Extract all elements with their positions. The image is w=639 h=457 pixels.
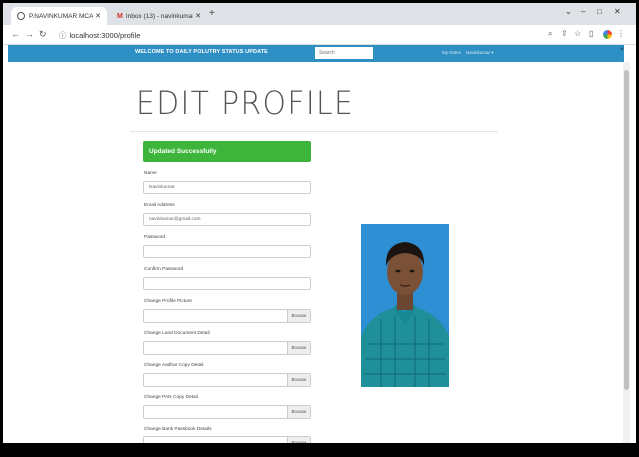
- url-field[interactable]: ⓘ localhost:3000/profile: [59, 30, 140, 41]
- minimize-icon[interactable]: –: [581, 7, 585, 16]
- profile-picture-input[interactable]: Browse: [143, 309, 311, 323]
- search-input[interactable]: [315, 47, 373, 59]
- nav-link-notes[interactable]: My Notes: [442, 50, 461, 55]
- bank-passbook-input[interactable]: Browse: [143, 436, 311, 443]
- new-tab-button[interactable]: +: [209, 8, 215, 19]
- address-bar: ← → ↻ ⓘ localhost:3000/profile ⌕ ⇪ ☆ ▯ ⋮: [3, 25, 636, 45]
- name-field[interactable]: Navinkumar: [143, 181, 311, 194]
- menu-kebab-icon[interactable]: ⋮: [617, 29, 625, 38]
- zoom-icon[interactable]: ⌕: [548, 29, 552, 39]
- tab-label: Inbox (13) - navinkumar1971991: [125, 12, 193, 20]
- maximize-icon[interactable]: □: [597, 7, 602, 16]
- tab-search-icon[interactable]: ⌄: [565, 7, 572, 16]
- confirm-password-label: Confirm Password: [144, 267, 184, 272]
- chrome-profile-icon[interactable]: [603, 30, 612, 39]
- site-info-icon[interactable]: ⓘ: [59, 31, 67, 40]
- email-field[interactable]: navinkumar@gmail.com: [143, 213, 311, 226]
- back-icon[interactable]: ←: [11, 29, 20, 39]
- globe-icon: [17, 12, 25, 20]
- pan-copy-input[interactable]: Browse: [143, 405, 311, 419]
- tab-profile[interactable]: P.NAVINKUMAR MCA ✕: [11, 7, 107, 25]
- confirm-password-field[interactable]: [143, 277, 311, 290]
- browse-button[interactable]: Browse: [287, 342, 310, 354]
- close-tab-icon[interactable]: ✕: [95, 12, 101, 20]
- share-icon[interactable]: ⇪: [561, 29, 568, 38]
- close-tab-icon[interactable]: ✕: [195, 12, 201, 20]
- aadhar-copy-input[interactable]: Browse: [143, 373, 311, 387]
- password-label: Password: [144, 235, 166, 240]
- user-dropdown[interactable]: Navinkumar ▾: [466, 50, 494, 56]
- browse-button[interactable]: Browse: [287, 310, 310, 322]
- pan-copy-label: Change PAN Copy Detail: [144, 395, 198, 400]
- page-scrollbar[interactable]: [623, 62, 630, 443]
- browse-button[interactable]: Browse: [287, 437, 310, 443]
- person-portrait-image: [361, 224, 449, 387]
- aadhar-copy-label: Change Aadhar Copy Detail: [144, 363, 204, 368]
- gmail-icon: M: [117, 12, 123, 20]
- navbar-brand[interactable]: WELCOME TO DAILY POLUTRY STATUS UPDATE: [135, 49, 268, 55]
- forward-icon[interactable]: →: [25, 29, 34, 39]
- name-label: Name: [144, 171, 157, 176]
- email-label: Email Address: [144, 203, 175, 208]
- reload-icon[interactable]: ↻: [39, 29, 47, 40]
- tab-inbox[interactable]: M Inbox (13) - navinkumar1971991 ✕: [111, 7, 207, 25]
- bookmark-star-icon[interactable]: ☆: [574, 29, 581, 38]
- screenshot-frame: P.NAVINKUMAR MCA ✕ M Inbox (13) - navink…: [0, 0, 639, 457]
- bank-passbook-label: Change Bank Passbook Details: [144, 427, 212, 432]
- password-field[interactable]: [143, 245, 311, 258]
- browse-button[interactable]: Browse: [287, 406, 310, 418]
- land-document-input[interactable]: Browse: [143, 341, 311, 355]
- browse-button[interactable]: Browse: [287, 374, 310, 386]
- sidebar-icon[interactable]: ▯: [589, 29, 593, 38]
- close-icon[interactable]: ×: [620, 47, 624, 53]
- browser-tab-strip: P.NAVINKUMAR MCA ✕ M Inbox (13) - navink…: [3, 3, 636, 25]
- page-title: EDIT PROFILE: [136, 84, 355, 122]
- land-document-label: Change Land Document Detail: [144, 331, 210, 336]
- app-navbar: WELCOME TO DAILY POLUTRY STATUS UPDATE M…: [8, 45, 624, 62]
- tab-label: P.NAVINKUMAR MCA: [29, 12, 94, 20]
- profile-photo: [361, 224, 449, 387]
- scrollbar-thumb[interactable]: [624, 70, 629, 390]
- success-alert: Updated Successfully: [143, 141, 311, 162]
- close-window-icon[interactable]: ✕: [614, 7, 621, 16]
- divider: [130, 131, 498, 132]
- profile-picture-label: Change Profile Picture: [144, 299, 192, 304]
